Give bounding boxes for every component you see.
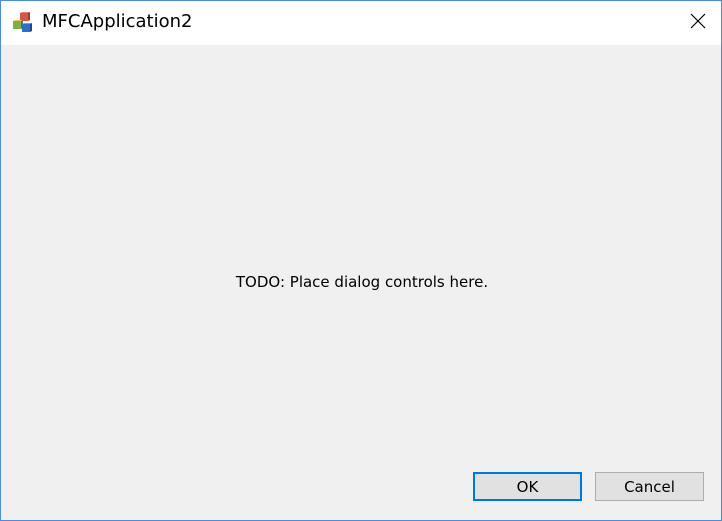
title-bar[interactable]: MFCApplication2	[1, 1, 721, 45]
dialog-client-area: TODO: Place dialog controls here. OK Can…	[1, 45, 721, 520]
window-title: MFCApplication2	[42, 11, 193, 32]
ok-button[interactable]: OK	[473, 472, 582, 501]
close-button[interactable]	[675, 1, 721, 45]
cancel-button[interactable]: Cancel	[595, 472, 704, 501]
dialog-window: MFCApplication2 TODO: Place dialog contr…	[0, 0, 722, 521]
close-icon	[690, 13, 706, 33]
placeholder-text: TODO: Place dialog controls here.	[235, 273, 489, 291]
app-icon	[12, 12, 34, 34]
